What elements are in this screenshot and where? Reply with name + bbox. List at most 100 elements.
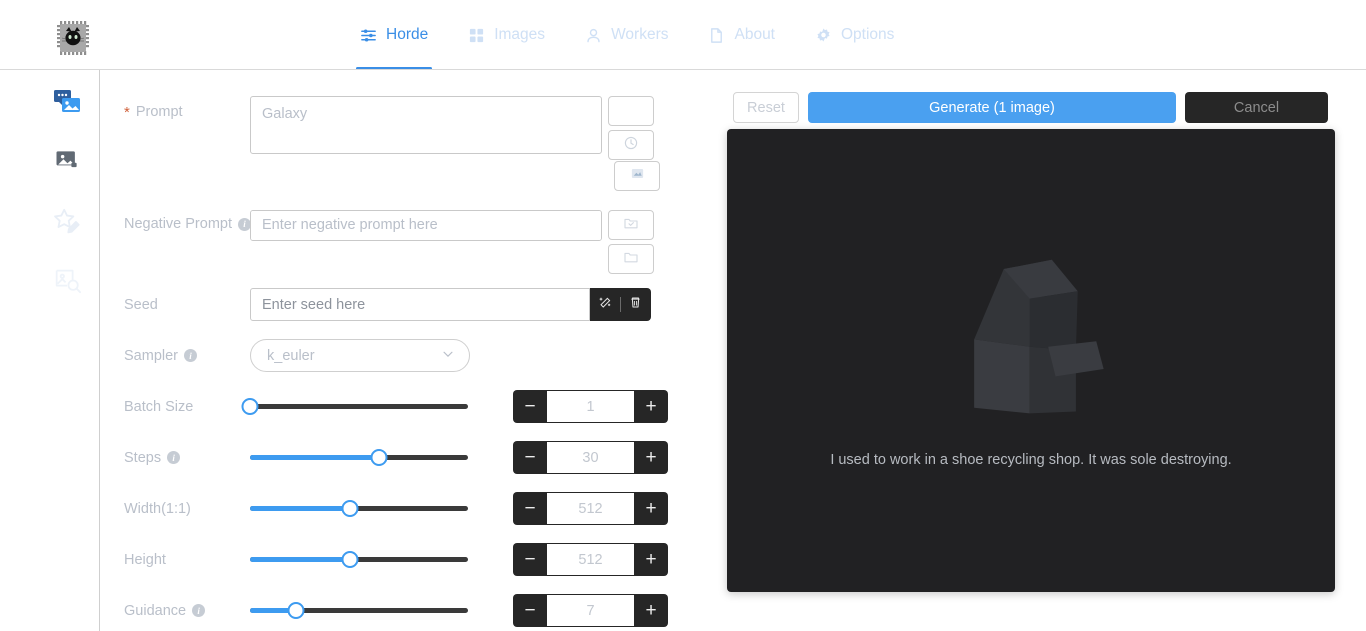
generate-button[interactable]: Generate (1 image)	[808, 92, 1176, 123]
steps-stepper: − 30 +	[513, 441, 668, 474]
app-root: Horde Images Workers About Options * Pro…	[0, 0, 1366, 631]
tab-images[interactable]: Images	[448, 0, 565, 70]
tab-workers[interactable]: Workers	[565, 0, 688, 70]
star-pencil-icon	[52, 206, 82, 241]
sidebar-item-inpainting[interactable]	[47, 203, 87, 243]
image-search-icon	[52, 265, 82, 300]
guidance-value[interactable]: 7	[547, 594, 634, 627]
field-steps: Steps i − 30 +	[100, 441, 720, 474]
batch-size-value[interactable]: 1	[547, 390, 634, 423]
increment-button[interactable]: +	[634, 594, 668, 627]
steps-label: Steps i	[100, 450, 250, 466]
empty-state-text: I used to work in a shoe recycling shop.…	[830, 451, 1232, 468]
left-rail	[0, 70, 99, 631]
steps-value[interactable]: 30	[547, 441, 634, 474]
magic-wand-icon[interactable]	[598, 295, 613, 315]
field-prompt-extra	[614, 161, 720, 191]
prompt-history-button[interactable]	[608, 130, 654, 160]
prompt-image-button[interactable]	[614, 161, 660, 191]
generation-form: * Prompt Galaxy Negative Prompt i Enter …	[100, 70, 720, 631]
width-value[interactable]: 512	[547, 492, 634, 525]
height-slider[interactable]	[250, 549, 468, 571]
info-icon[interactable]: i	[184, 349, 197, 362]
width-label: Width(1:1)	[124, 500, 191, 517]
field-guidance: Guidance i − 7 +	[100, 594, 720, 627]
tab-options[interactable]: Options	[795, 0, 914, 70]
slider-track	[250, 404, 468, 409]
field-height: Height − 512 +	[100, 543, 720, 576]
tab-label-about: About	[734, 26, 775, 43]
slider-fill	[250, 455, 379, 460]
tab-label-workers: Workers	[611, 26, 669, 43]
decrement-button[interactable]: −	[513, 390, 547, 423]
field-sampler: Sampler i k_euler	[100, 339, 720, 372]
text-to-image-icon	[51, 87, 83, 124]
folder-check-icon	[623, 215, 639, 236]
slider-knob[interactable]	[341, 551, 359, 568]
negative-prompt-input[interactable]	[250, 210, 602, 241]
guidance-slider[interactable]	[250, 600, 468, 622]
image-chart-icon	[630, 166, 645, 186]
tab-label-options: Options	[841, 26, 895, 43]
tab-label-images: Images	[494, 26, 546, 43]
slider-fill	[250, 557, 351, 562]
required-asterisk: *	[124, 103, 130, 121]
increment-button[interactable]: +	[634, 543, 668, 576]
slider-knob[interactable]	[287, 602, 305, 619]
field-seed: Seed	[100, 288, 720, 321]
sidebar-item-interrogate[interactable]	[47, 262, 87, 302]
load-preset-button[interactable]	[608, 244, 654, 274]
slider-fill	[250, 506, 351, 511]
decrement-button[interactable]: −	[513, 594, 547, 627]
prompt-blank-button[interactable]	[608, 96, 654, 126]
slider-knob[interactable]	[241, 398, 259, 415]
open-box-icon	[939, 254, 1124, 426]
empty-state: I used to work in a shoe recycling shop.…	[727, 129, 1335, 592]
info-icon[interactable]: i	[192, 604, 206, 617]
decrement-button[interactable]: −	[513, 441, 547, 474]
tab-about[interactable]: About	[688, 0, 795, 70]
increment-button[interactable]: +	[634, 492, 668, 525]
person-icon	[585, 27, 602, 44]
increment-button[interactable]: +	[634, 390, 668, 423]
cancel-button[interactable]: Cancel	[1185, 92, 1328, 123]
prompt-label: * Prompt	[124, 103, 183, 121]
seed-actions	[590, 288, 651, 321]
increment-button[interactable]: +	[634, 441, 668, 474]
field-prompt: * Prompt	[100, 96, 720, 160]
document-icon	[708, 27, 725, 44]
width-slider[interactable]	[250, 498, 468, 520]
seed-input[interactable]	[250, 288, 590, 321]
trash-icon[interactable]	[628, 295, 643, 315]
clock-icon	[623, 135, 639, 156]
field-batch-size: Batch Size − 1 +	[100, 390, 720, 423]
save-preset-button[interactable]	[608, 210, 654, 240]
slider-knob[interactable]	[370, 449, 388, 466]
batch-size-slider[interactable]	[241, 396, 468, 418]
gear-icon	[815, 27, 832, 44]
grid-icon	[468, 27, 485, 44]
prompt-input[interactable]	[250, 96, 602, 154]
height-value[interactable]: 512	[547, 543, 634, 576]
height-stepper: − 512 +	[513, 543, 668, 576]
decrement-button[interactable]: −	[513, 543, 547, 576]
sidebar-item-text-to-image[interactable]	[47, 85, 87, 125]
cat-chip-logo-icon[interactable]	[55, 19, 95, 56]
info-icon[interactable]: i	[167, 451, 181, 464]
guidance-label: Guidance i	[100, 603, 250, 619]
batch-size-label: Batch Size	[124, 398, 194, 415]
image-to-image-icon	[53, 147, 81, 180]
steps-slider[interactable]	[250, 447, 468, 469]
reset-button[interactable]: Reset	[733, 92, 799, 123]
decrement-button[interactable]: −	[513, 492, 547, 525]
negative-prompt-label: Negative Prompt i	[100, 210, 251, 232]
sidebar-item-image-to-image[interactable]	[47, 143, 87, 183]
batch-size-stepper: − 1 +	[513, 390, 668, 423]
image-canvas[interactable]: I used to work in a shoe recycling shop.…	[727, 129, 1335, 592]
seed-input-group	[250, 288, 651, 321]
tab-horde[interactable]: Horde	[340, 0, 448, 70]
slider-knob[interactable]	[341, 500, 359, 517]
seed-divider	[620, 297, 621, 312]
chevron-down-icon	[441, 347, 455, 365]
sampler-select[interactable]: k_euler	[250, 339, 470, 372]
